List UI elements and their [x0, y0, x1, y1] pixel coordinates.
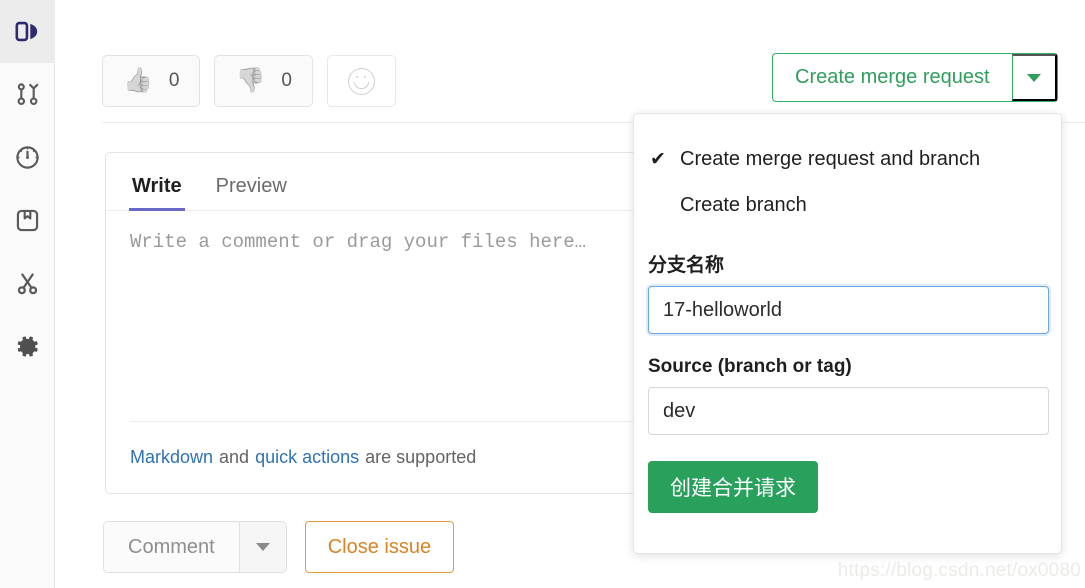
- comment-input[interactable]: [106, 211, 664, 421]
- merge-requests-icon: [14, 81, 41, 108]
- sidebar-item-snippets[interactable]: [0, 252, 55, 315]
- close-issue-button[interactable]: Close issue: [304, 521, 455, 573]
- tab-write[interactable]: Write: [129, 175, 185, 211]
- tab-preview[interactable]: Preview: [213, 175, 290, 210]
- add-reaction-button[interactable]: [326, 55, 396, 107]
- source-label: Source (branch or tag): [648, 356, 852, 377]
- dropdown-form: 分支名称 Source (branch or tag) 创建合并请求: [634, 228, 1061, 513]
- award-emoji-row: 👍 0 👎 0: [102, 55, 396, 107]
- packages-icon: [14, 207, 41, 234]
- sidebar-item-merge-requests[interactable]: [0, 63, 55, 126]
- branch-name-input[interactable]: [648, 286, 1049, 334]
- sidebar-item-packages[interactable]: [0, 189, 55, 252]
- settings-gear-icon: [14, 333, 41, 360]
- branch-name-label: 分支名称: [648, 255, 725, 276]
- footer-suffix-text: are supported: [365, 447, 477, 467]
- cicd-gauge-icon: [14, 144, 41, 171]
- quick-actions-link[interactable]: quick actions: [255, 447, 359, 468]
- chevron-down-icon: [255, 543, 270, 551]
- thumbs-down-icon: 👎: [235, 67, 266, 94]
- chevron-down-icon: [1026, 73, 1041, 82]
- issues-icon: [14, 18, 41, 45]
- thumbs-up-icon: 👍: [123, 67, 153, 94]
- issue-action-row: Comment Close issue: [103, 521, 455, 573]
- create-merge-request-submit-button[interactable]: 创建合并请求: [648, 461, 818, 513]
- editor-tab-bar: Write Preview: [106, 153, 664, 211]
- thumbs-down-count: 0: [281, 70, 292, 91]
- markdown-help-footer: Markdown and quick actions are supported: [130, 421, 640, 493]
- sidebar-item-issues[interactable]: [0, 0, 55, 63]
- dropdown-option-create-mr-and-branch[interactable]: ✔ Create merge request and branch: [634, 136, 1061, 182]
- dropdown-option-create-branch[interactable]: Create branch: [634, 182, 1061, 228]
- create-merge-request-dropdown-toggle[interactable]: [1011, 54, 1057, 101]
- thumbs-up-button[interactable]: 👍 0: [102, 55, 201, 107]
- left-icon-rail: [0, 0, 55, 588]
- create-merge-request-dropdown-panel: ✔ Create merge request and branch Create…: [633, 113, 1062, 554]
- markdown-link[interactable]: Markdown: [130, 447, 213, 468]
- create-merge-request-split-button: Create merge request: [772, 53, 1058, 102]
- source-input[interactable]: [648, 387, 1049, 435]
- sidebar-item-cicd[interactable]: [0, 126, 55, 189]
- snippets-scissors-icon: [14, 270, 41, 297]
- source-field-group: Source (branch or tag): [648, 356, 1049, 435]
- dropdown-option-label: Create branch: [680, 193, 807, 216]
- create-merge-request-button[interactable]: Create merge request: [773, 54, 1012, 101]
- footer-and-text: and: [219, 447, 250, 467]
- check-icon: ✔: [650, 148, 666, 170]
- thumbs-up-count: 0: [168, 70, 180, 91]
- dropdown-option-label: Create merge request and branch: [680, 147, 981, 170]
- sidebar-item-settings[interactable]: [0, 315, 55, 378]
- comment-dropdown-toggle[interactable]: [238, 522, 286, 572]
- smiley-face-icon: [347, 67, 375, 95]
- comment-editor-card: Write Preview Markdown and quick actions…: [105, 152, 665, 494]
- branch-name-field-group: 分支名称: [648, 250, 1049, 334]
- gitlab-issue-page: 👍 0 👎 0 Create merge request Write Previ: [0, 0, 1085, 588]
- comment-split-button: Comment: [103, 521, 287, 573]
- thumbs-down-button[interactable]: 👎 0: [214, 55, 313, 107]
- comment-button[interactable]: Comment: [104, 522, 239, 572]
